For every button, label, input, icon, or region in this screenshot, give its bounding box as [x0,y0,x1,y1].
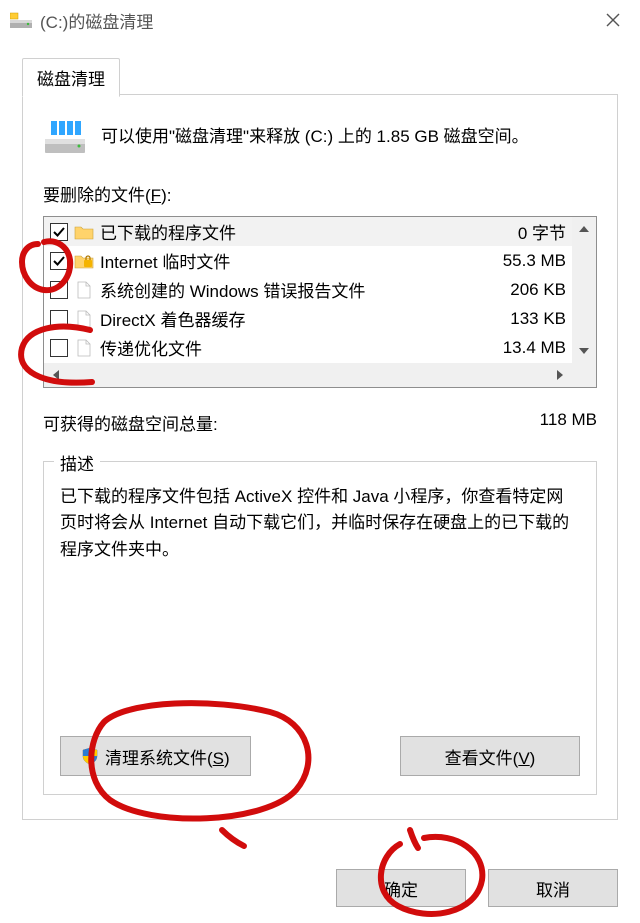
lock-icon [74,252,94,270]
file-name: 已下载的程序文件 [100,219,510,244]
file-icon [74,339,94,357]
file-icon [74,281,94,299]
scroll-left-arrow[interactable] [44,363,68,387]
files-to-delete-label: 要删除的文件(F): [43,181,597,206]
horizontal-scrollbar[interactable] [44,363,572,387]
close-button[interactable] [590,0,636,40]
description-group: 描述 已下载的程序文件包括 ActiveX 控件和 Java 小程序，你查看特定… [43,461,597,795]
file-list-row[interactable]: 传递优化文件13.4 MB [44,333,572,362]
scrollbar-corner [572,363,596,387]
scroll-track[interactable] [572,241,596,339]
folder-icon [74,223,94,241]
tab-page: 可以使用"磁盘清理"来释放 (C:) 上的 1.85 GB 磁盘空间。 要删除的… [22,94,618,820]
file-name: 传递优化文件 [100,335,495,360]
scroll-track[interactable] [68,363,548,387]
file-list-row[interactable]: 系统创建的 Windows 错误报告文件206 KB [44,275,572,304]
file-checkbox[interactable] [50,252,68,270]
view-files-button[interactable]: 查看文件(V) [400,736,580,776]
file-icon [74,310,94,328]
file-checkbox[interactable] [50,339,68,357]
file-checkbox[interactable] [50,223,68,241]
file-size: 206 KB [502,280,566,300]
file-list-row[interactable]: 已下载的程序文件0 字节 [44,217,572,246]
clean-system-files-button[interactable]: 清理系统文件(S) [60,736,251,776]
scroll-down-arrow[interactable] [572,339,596,363]
intro-text: 可以使用"磁盘清理"来释放 (C:) 上的 1.85 GB 磁盘空间。 [101,124,529,150]
file-list-row[interactable]: DirectX 着色器缓存133 KB [44,304,572,333]
drive-icon [10,12,32,28]
ok-button[interactable]: 确定 [336,869,466,907]
title-bar: (C:)的磁盘清理 [0,0,640,40]
total-row: 可获得的磁盘空间总量: 118 MB [43,410,597,435]
dialog-buttons: 确定 取消 [336,869,618,907]
dialog-content: 磁盘清理 可以使用"磁盘清理"来释放 (C:) 上的 1.85 GB 磁盘空间。… [0,40,640,820]
file-size: 13.4 MB [495,338,566,358]
file-name: Internet 临时文件 [100,248,495,273]
description-text: 已下载的程序文件包括 ActiveX 控件和 Java 小程序，你查看特定网页时… [60,484,580,736]
file-size: 133 KB [502,309,566,329]
file-checkbox[interactable] [50,281,68,299]
window-title: (C:)的磁盘清理 [40,8,590,33]
intro-row: 可以使用"磁盘清理"来释放 (C:) 上的 1.85 GB 磁盘空间。 [43,119,597,155]
file-size: 55.3 MB [495,251,566,271]
file-list: 已下载的程序文件0 字节Internet 临时文件55.3 MB系统创建的 Wi… [43,216,597,388]
disk-cleanup-icon [43,119,87,155]
file-checkbox[interactable] [50,310,68,328]
total-value: 118 MB [540,410,597,435]
tab-disk-cleanup[interactable]: 磁盘清理 [22,58,120,97]
scroll-right-arrow[interactable] [548,363,572,387]
tab-strip: 磁盘清理 [22,58,618,95]
description-legend: 描述 [54,450,100,475]
file-size: 0 字节 [510,219,566,244]
file-name: DirectX 着色器缓存 [100,306,502,331]
vertical-scrollbar[interactable] [572,217,596,363]
total-label: 可获得的磁盘空间总量: [43,410,218,435]
file-name: 系统创建的 Windows 错误报告文件 [100,277,502,302]
scroll-up-arrow[interactable] [572,217,596,241]
uac-shield-icon [81,747,99,765]
cancel-button[interactable]: 取消 [488,869,618,907]
file-list-row[interactable]: Internet 临时文件55.3 MB [44,246,572,275]
